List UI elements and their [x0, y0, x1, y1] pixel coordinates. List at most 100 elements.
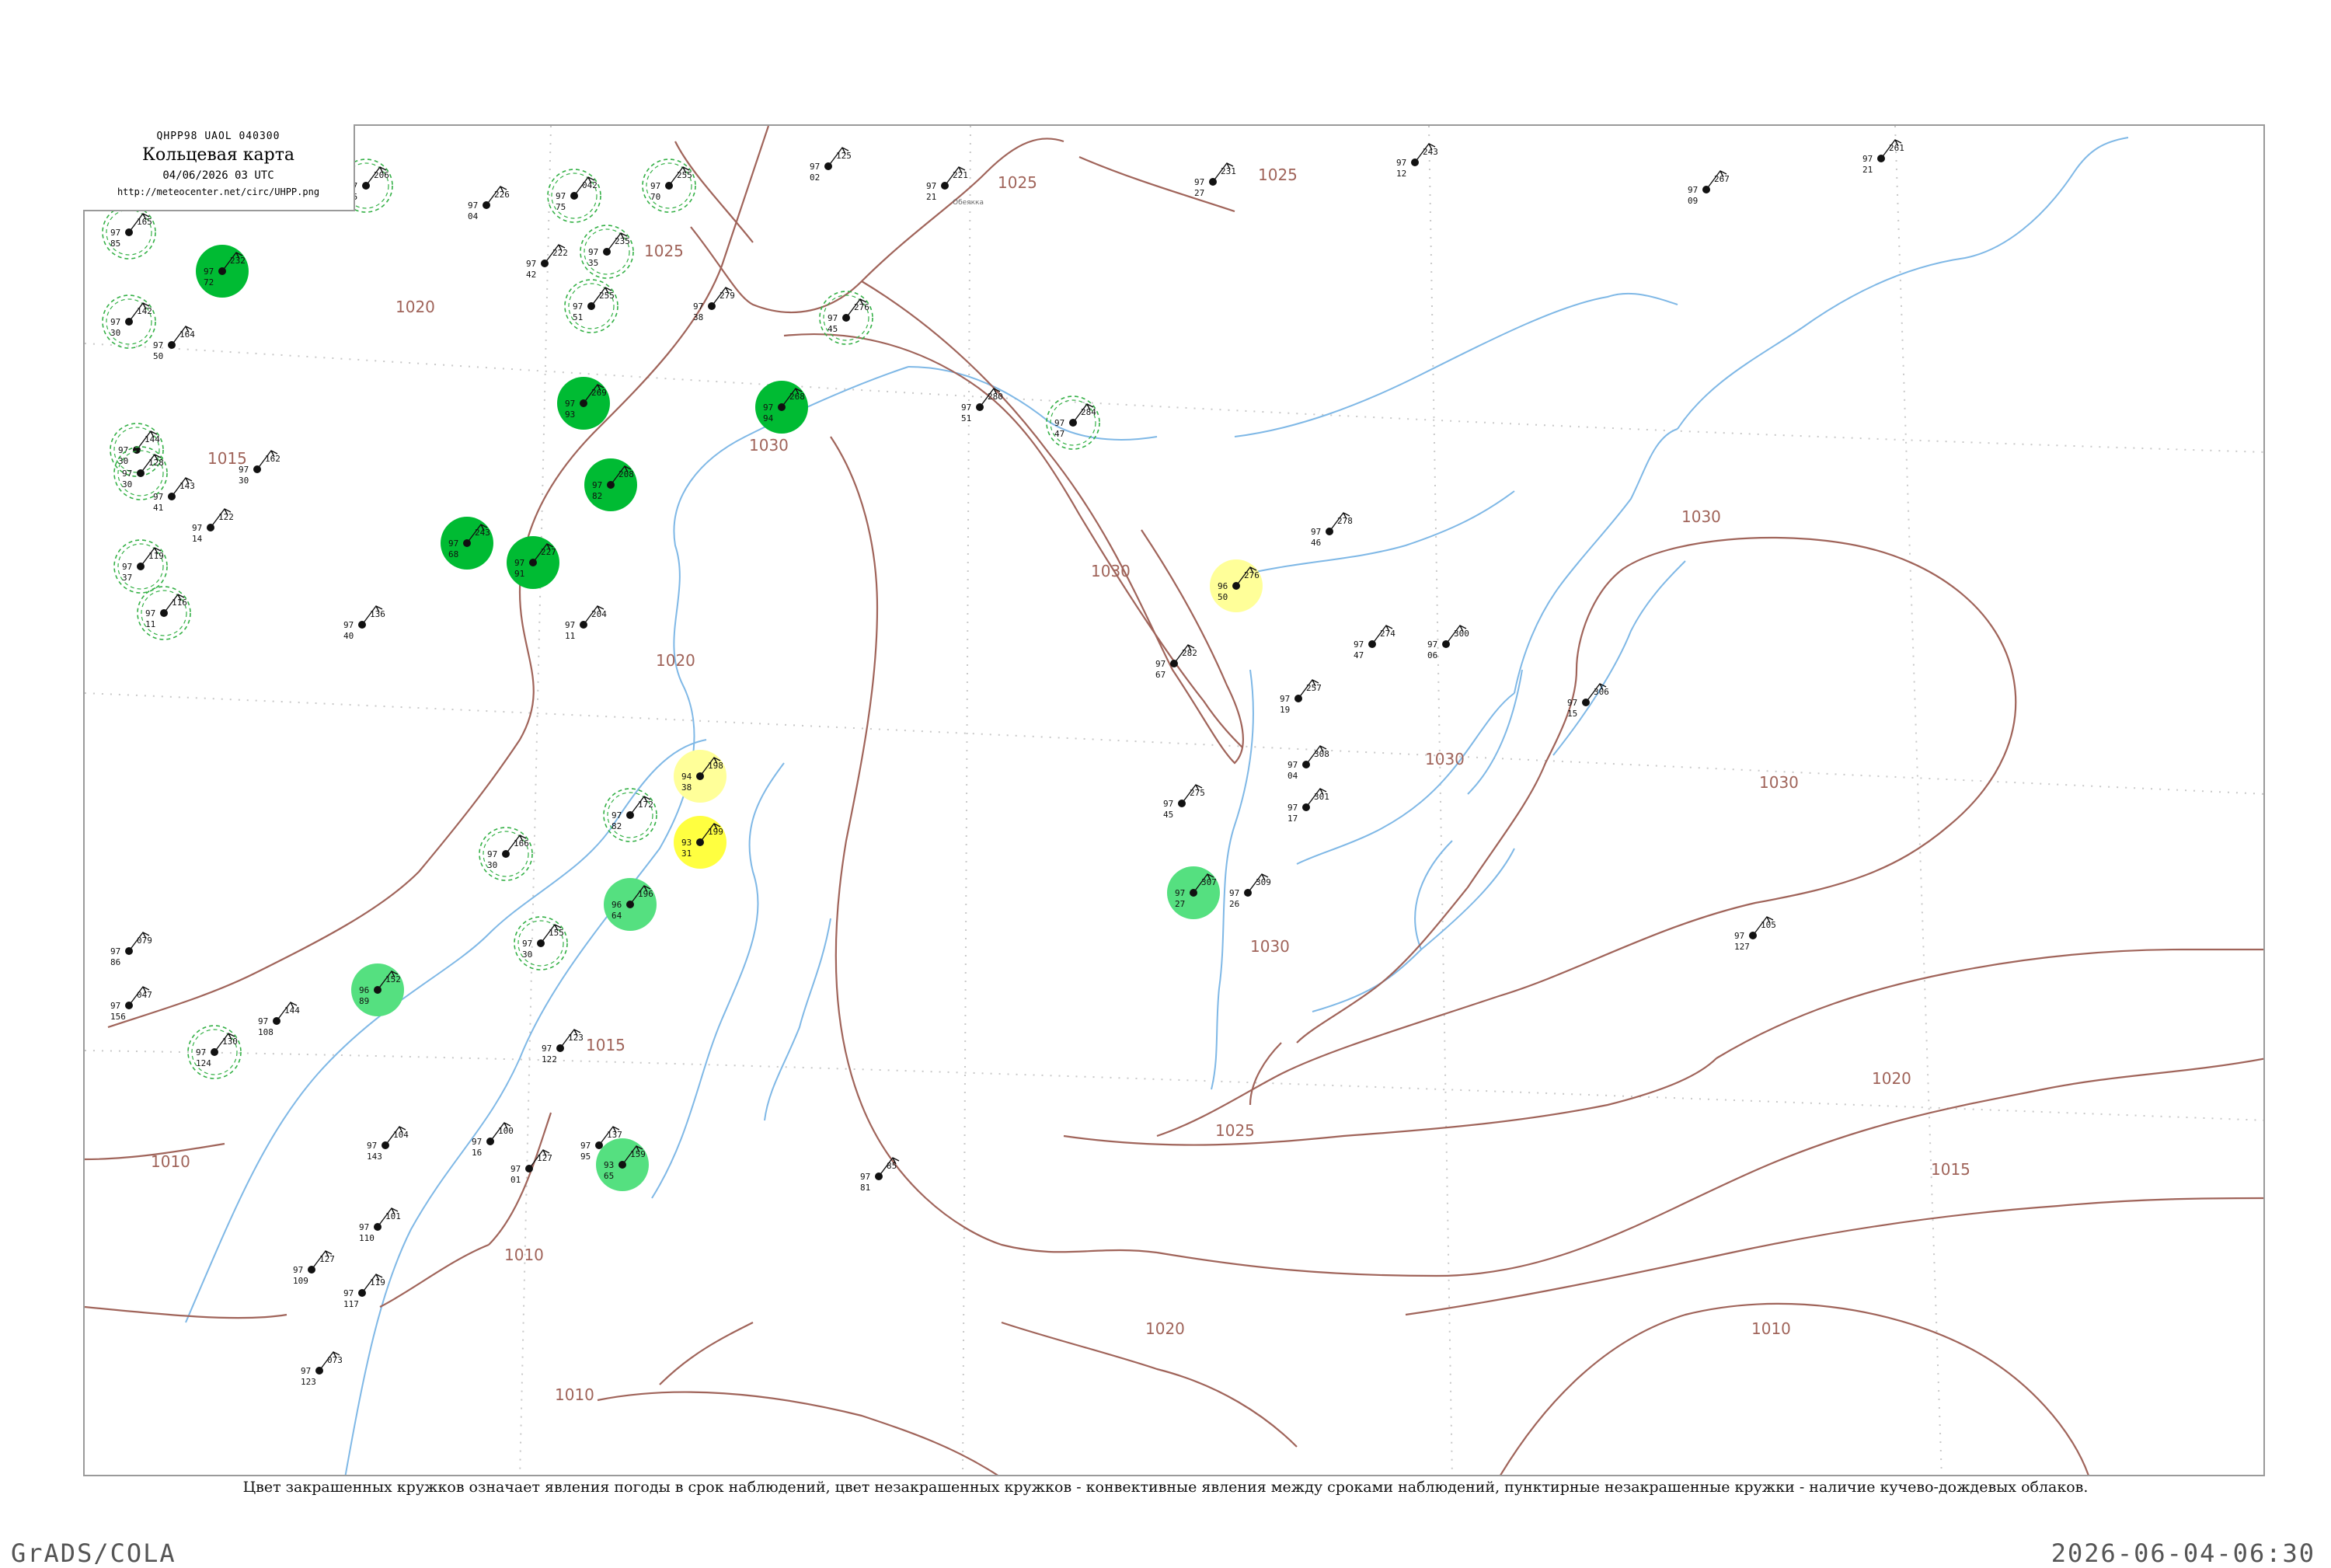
station-temperature: 96	[611, 900, 622, 910]
rivers-coastlines	[185, 137, 2129, 1475]
station-temperature: 97	[192, 523, 202, 533]
isobar-label-1010-d: 1010	[1751, 1319, 1791, 1338]
station-temperature: 93	[681, 838, 692, 848]
station-dewpoint: 30	[122, 479, 132, 490]
station-dewpoint: 89	[359, 996, 369, 1006]
station-pressure: 231	[1221, 166, 1236, 176]
isobar-label-1020-a: 1020	[395, 298, 435, 316]
isobar-label-1025-d: 1025	[1215, 1121, 1255, 1140]
station-temperature: 97	[926, 181, 936, 191]
isobar-label-1030-b: 1030	[1091, 562, 1131, 580]
isobar-label-1010-a: 1010	[151, 1152, 190, 1171]
station-dewpoint: 50	[153, 351, 163, 361]
station-temperature: 97	[693, 301, 703, 312]
station-plot: 279 9738	[693, 287, 735, 322]
station-plot: 042 9775	[547, 169, 601, 223]
station-pressure: 122	[218, 512, 234, 522]
station-pressure: 130	[222, 1037, 238, 1047]
station-plot: 306 9715	[1567, 683, 1609, 719]
station-temperature: 97	[1287, 760, 1298, 770]
station-temperature: 97	[367, 1141, 377, 1151]
station-temperature: 96	[359, 985, 369, 995]
station-pressure: 300	[1454, 629, 1469, 639]
isobar-label-1030-c: 1030	[1681, 507, 1721, 526]
station-temperature: 97	[343, 620, 354, 630]
station-pressure: 282	[1182, 648, 1197, 658]
station-pressure: 284	[1081, 407, 1096, 417]
station-dewpoint: 41	[153, 503, 163, 513]
isobars	[85, 126, 2263, 1475]
isobar-label-1010-b: 1010	[504, 1246, 544, 1264]
station-pressure: 243	[475, 528, 490, 538]
station-temperature: 97	[1688, 185, 1698, 195]
station-pressure: 143	[179, 481, 195, 491]
station-plot: 235 9735	[580, 225, 634, 279]
station-dewpoint: 27	[1175, 899, 1185, 909]
station-plot: 309 9726	[1229, 873, 1271, 909]
station-plot: 231 9727	[1194, 162, 1236, 198]
station-pressure: 274	[1380, 629, 1395, 639]
station-temperature: 97	[1396, 158, 1406, 168]
station-pressure: 047	[137, 990, 152, 1000]
station-plot: 276 9650	[1210, 559, 1263, 612]
station-temperature: 93	[604, 1160, 614, 1170]
station-dewpoint: 06	[1427, 650, 1437, 660]
station-temperature: 97	[565, 620, 575, 630]
isobar-label-1030-d: 1030	[1425, 750, 1465, 768]
station-dewpoint: 64	[611, 911, 622, 921]
station-pressure: 235	[615, 236, 630, 246]
station-temperature: 97	[1311, 527, 1321, 537]
station-plot: 142 9730	[102, 294, 156, 349]
station-plot: 155 9730	[514, 916, 568, 970]
station-temperature: 97	[301, 1366, 311, 1376]
station-dewpoint: 09	[1688, 196, 1698, 206]
station-plot: 307 9727	[1167, 866, 1220, 919]
station-temperature: 97	[258, 1016, 268, 1026]
station-pressure: 073	[327, 1355, 343, 1365]
station-dewpoint: 50	[1218, 592, 1228, 602]
isobar-label-1025-b: 1025	[998, 173, 1037, 192]
station-temperature: 94	[681, 772, 692, 782]
station-plot: 243 9768	[441, 517, 493, 570]
station-plot: 119 9737	[113, 539, 168, 594]
station-plot: 208 9782	[584, 458, 637, 511]
station-pressure: 198	[708, 761, 723, 771]
station-temperature: 97	[1734, 931, 1744, 941]
station-pressure: 280	[988, 392, 1003, 402]
station-dewpoint: 45	[828, 324, 838, 334]
station-dewpoint: 51	[573, 312, 583, 322]
station-pressure: 255	[599, 291, 615, 301]
station-pressure: 243	[1423, 147, 1438, 157]
station-plot: 1449730	[110, 423, 164, 477]
station-dewpoint: 04	[468, 211, 479, 221]
station-temperature: 97	[1287, 803, 1298, 813]
station-plot: 255 9751	[564, 279, 618, 333]
station-pressure: 042	[582, 180, 598, 190]
station-dewpoint: 143	[367, 1152, 382, 1162]
station-dewpoint: 17	[1287, 814, 1298, 824]
station-temperature: 97	[1427, 639, 1437, 650]
station-pressure: 276	[1244, 570, 1260, 580]
station-dewpoint: 40	[343, 631, 354, 641]
station-pressure: 208	[618, 469, 634, 479]
station-dewpoint: 72	[204, 277, 214, 287]
station-pressure: 166	[514, 838, 529, 848]
station-temperature: 97	[1862, 154, 1873, 164]
station-pressure: 155	[549, 928, 564, 938]
station-plot: 165 9785	[102, 205, 156, 260]
station-temperature: 97	[1054, 418, 1064, 428]
isobar-label-1015-b: 1015	[586, 1036, 625, 1054]
map-url[interactable]: http://meteocenter.net/circ/UHPP.png	[83, 186, 354, 197]
station-plot: 159 9365	[596, 1138, 649, 1191]
station-temperature: 97	[573, 301, 583, 312]
map-canvas: 1010 1010 1010 1010 1015 1015 1015 1020 …	[85, 126, 2263, 1475]
station-dewpoint: 38	[693, 312, 703, 322]
station-pressure: 255	[677, 170, 692, 180]
station-temperature: 97	[860, 1172, 870, 1182]
station-plot: 243 9712	[1396, 143, 1438, 179]
station-temperature: 97	[196, 1047, 206, 1058]
station-plot: 255 9770	[642, 159, 696, 213]
station-pressure: 206	[374, 170, 389, 180]
station-pressure: 079	[137, 936, 152, 946]
station-temperature: 97	[588, 247, 598, 257]
